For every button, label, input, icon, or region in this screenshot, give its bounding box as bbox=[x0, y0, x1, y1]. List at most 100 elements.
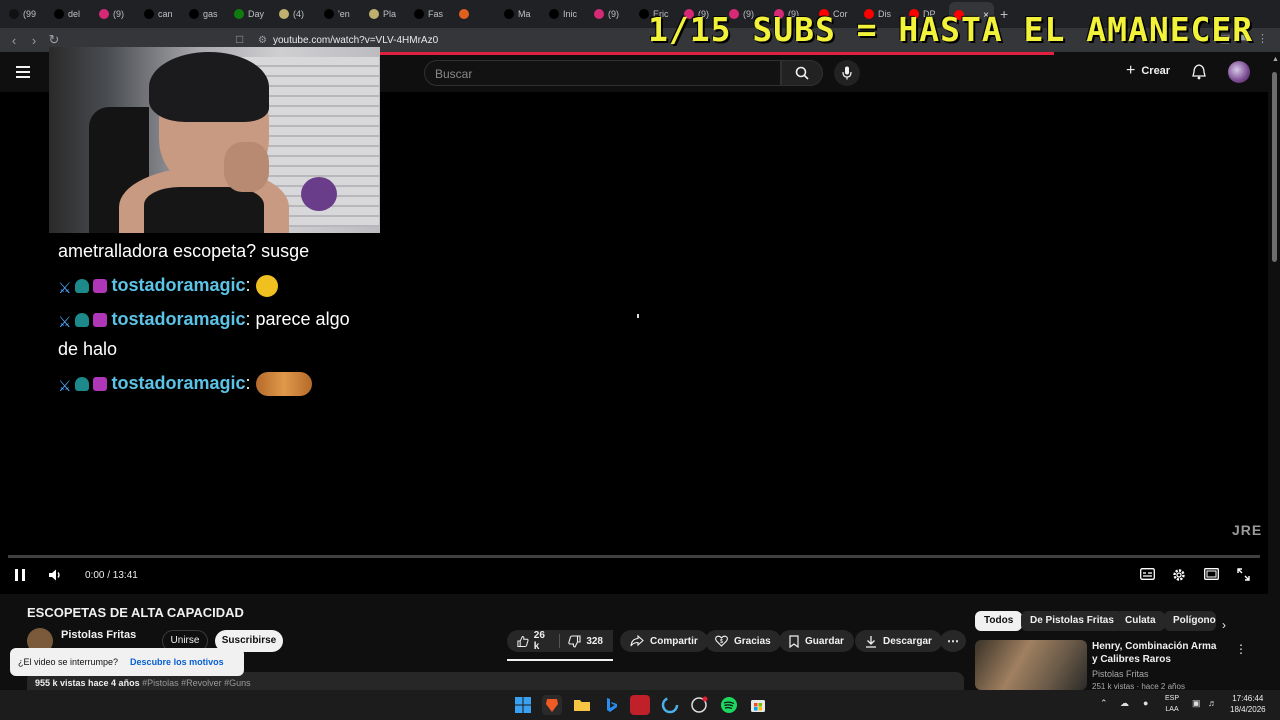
account-avatar[interactable] bbox=[1228, 61, 1250, 83]
voice-search-button[interactable] bbox=[834, 60, 860, 86]
chevron-up-icon[interactable]: ⌃ bbox=[1100, 698, 1108, 709]
browser-tab[interactable] bbox=[454, 2, 499, 26]
system-clock[interactable]: 17:46:44 18/4/2026 bbox=[1230, 693, 1266, 715]
tab-label: del bbox=[68, 9, 81, 19]
mute-button[interactable] bbox=[48, 568, 62, 585]
tab-label: (99 bbox=[23, 9, 37, 19]
search-button[interactable] bbox=[781, 60, 823, 86]
reload-icon[interactable]: ↻ bbox=[44, 32, 64, 48]
pause-button[interactable] bbox=[14, 568, 26, 585]
heart-dollar-icon: $ bbox=[715, 635, 728, 647]
menu-icon[interactable]: ⋮ bbox=[1257, 32, 1268, 45]
svg-text:$: $ bbox=[720, 639, 723, 645]
language-code: ESP bbox=[1165, 695, 1180, 702]
recommendation-title[interactable]: Henry, Combinación Arma y Calibres Raros bbox=[1092, 640, 1222, 666]
browser-tab[interactable]: (99 bbox=[4, 2, 49, 26]
filter-chip[interactable]: Culata bbox=[1116, 611, 1165, 631]
filter-chip[interactable]: De Pistolas Fritas bbox=[1021, 611, 1123, 631]
network-icon[interactable]: ▣ bbox=[1192, 698, 1201, 709]
guide-menu-icon[interactable] bbox=[16, 66, 30, 81]
toast-link[interactable]: Descubre los motivos bbox=[130, 657, 224, 667]
sync-app-icon[interactable] bbox=[660, 695, 680, 715]
browser-tab[interactable]: Inic bbox=[544, 2, 589, 26]
create-button[interactable]: + Crear bbox=[1126, 62, 1170, 80]
settings-button[interactable] bbox=[1172, 568, 1186, 585]
browser-tab[interactable]: (4) bbox=[274, 2, 319, 26]
download-label: Descargar bbox=[883, 635, 932, 647]
chat-message: ametralladora escopeta? susge bbox=[58, 236, 358, 266]
site-info-icon[interactable]: ⚙ bbox=[258, 35, 267, 46]
browser-tab[interactable]: Ma bbox=[499, 2, 544, 26]
like-sentiment-bar bbox=[507, 659, 613, 661]
save-button[interactable]: Guardar bbox=[779, 630, 854, 652]
browser-tab[interactable]: Fas bbox=[409, 2, 454, 26]
spotify-icon[interactable] bbox=[719, 695, 739, 715]
volume-icon bbox=[49, 569, 60, 581]
tab-label: 'en bbox=[338, 9, 350, 19]
bag-badge-icon bbox=[75, 313, 90, 327]
tab-label: Pla bbox=[383, 9, 397, 19]
recommendation-thumbnail[interactable] bbox=[975, 640, 1087, 690]
chat-username: tostadoramagic bbox=[111, 309, 246, 329]
tab-label: Inic bbox=[563, 9, 578, 19]
description-tags[interactable]: #Pistolas #Revolver #Guns bbox=[142, 678, 251, 688]
thumbs-down-icon bbox=[568, 634, 581, 648]
scroll-up-icon[interactable]: ▲ bbox=[1272, 56, 1279, 63]
thanks-button[interactable]: $ Gracias bbox=[705, 630, 781, 652]
search-icon bbox=[795, 66, 809, 80]
notifications-button[interactable] bbox=[1192, 64, 1206, 85]
browser-tab[interactable]: del bbox=[49, 2, 94, 26]
bing-icon[interactable] bbox=[601, 695, 621, 715]
dislike-button[interactable]: 328 bbox=[568, 634, 603, 648]
share-button[interactable]: Compartir bbox=[620, 630, 708, 652]
more-vertical-icon[interactable]: ⋮ bbox=[1235, 642, 1247, 656]
subscriber-badge-icon bbox=[93, 279, 108, 293]
forward-icon[interactable]: › bbox=[24, 33, 44, 48]
store-icon[interactable] bbox=[748, 695, 768, 715]
language-indicator[interactable]: ESP LAA bbox=[1165, 693, 1179, 715]
browser-tab[interactable]: (9) bbox=[94, 2, 139, 26]
like-button[interactable]: 26 k bbox=[517, 630, 551, 652]
brave-browser-icon[interactable] bbox=[542, 695, 562, 715]
create-label: Crear bbox=[1141, 65, 1171, 77]
chat-text: ametralladora escopeta? susge bbox=[58, 241, 310, 261]
channel-name[interactable]: Pistolas Fritas bbox=[61, 629, 136, 641]
download-button[interactable]: Descargar bbox=[855, 630, 942, 652]
browser-tab[interactable]: Day bbox=[229, 2, 274, 26]
video-editor-icon[interactable] bbox=[630, 695, 650, 715]
tab-favicon-icon bbox=[9, 9, 19, 19]
chevron-right-icon[interactable]: › bbox=[1222, 618, 1226, 632]
tab-label: (9) bbox=[608, 9, 619, 19]
recommendation-channel[interactable]: Pistolas Fritas bbox=[1092, 669, 1149, 679]
back-icon[interactable]: ‹ bbox=[4, 33, 24, 48]
filter-chip[interactable]: Todos bbox=[975, 611, 1023, 631]
channel-watermark[interactable]: JRE bbox=[1232, 522, 1262, 538]
browser-tab[interactable]: 'en bbox=[319, 2, 364, 26]
file-explorer-icon[interactable] bbox=[572, 695, 592, 715]
scrollbar-thumb[interactable] bbox=[1272, 72, 1277, 262]
obs-icon[interactable] bbox=[689, 695, 709, 715]
more-actions-button[interactable]: ⋯ bbox=[940, 630, 966, 652]
onedrive-icon[interactable]: ☁ bbox=[1120, 698, 1129, 709]
pause-icon bbox=[15, 569, 25, 581]
browser-tab[interactable]: (9) bbox=[589, 2, 634, 26]
search-input[interactable]: Buscar bbox=[424, 60, 781, 86]
windows-start-icon[interactable] bbox=[513, 695, 533, 715]
browser-tab[interactable]: can bbox=[139, 2, 184, 26]
chat-username: tostadoramagic bbox=[111, 275, 246, 295]
browser-tab[interactable]: Pla bbox=[364, 2, 409, 26]
microphone-tray-icon[interactable]: ● bbox=[1143, 698, 1148, 708]
theater-mode-button[interactable] bbox=[1204, 568, 1219, 583]
volume-tray-icon[interactable]: ♬ bbox=[1208, 698, 1217, 708]
filter-chip[interactable]: Polígono bbox=[1164, 611, 1216, 631]
progress-bar[interactable] bbox=[8, 555, 1260, 558]
screen: (99 del (9) can gas Day (4) 'en Pla Fas Ma Inic (9) E… bbox=[0, 0, 1280, 720]
fullscreen-button[interactable] bbox=[1237, 568, 1250, 584]
share-label: Compartir bbox=[650, 635, 698, 647]
plus-icon: + bbox=[1126, 62, 1136, 79]
tab-favicon-icon bbox=[54, 9, 64, 19]
browser-tab[interactable]: gas bbox=[184, 2, 229, 26]
subtitles-button[interactable] bbox=[1140, 568, 1155, 583]
bookmark-icon[interactable]: □ bbox=[236, 32, 243, 46]
chat-separator: : bbox=[245, 309, 256, 329]
